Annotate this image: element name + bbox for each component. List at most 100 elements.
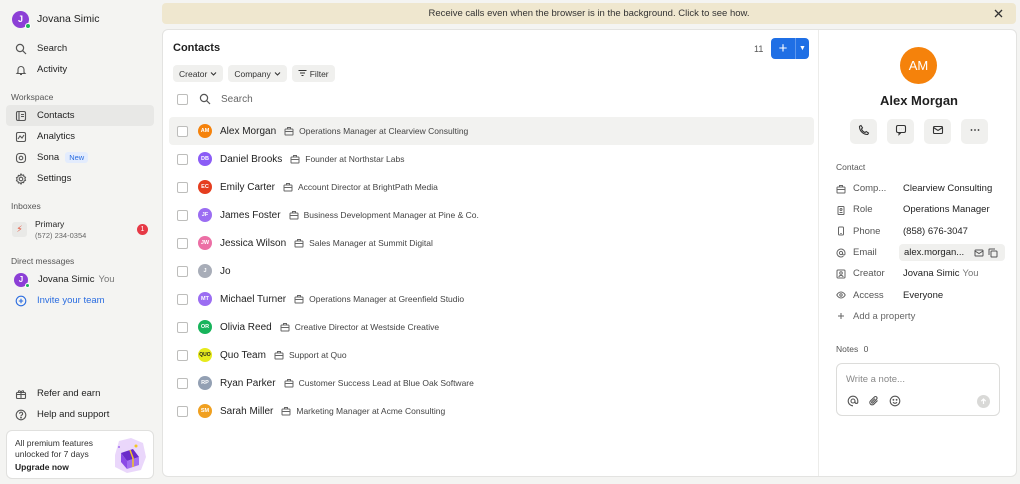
new-badge: New [65,152,89,163]
upgrade-card[interactable]: All premium features unlocked for 7 days… [6,430,154,479]
close-icon[interactable] [992,7,1004,19]
contact-company: Founder at Northstar Labs [290,154,405,164]
contact-company-text: Business Development Manager at Pine & C… [303,210,479,220]
sidebar-item-primary-inbox[interactable]: ⚡︎ Primary (572) 234-0354 1 [6,214,154,244]
online-status-dot [25,282,30,288]
row-checkbox[interactable] [177,377,188,389]
call-button[interactable] [850,119,877,144]
sidebar-item-contacts[interactable]: Contacts [6,105,154,126]
table-row[interactable]: AM Alex Morgan Operations Manager at Clear… [169,117,814,145]
sidebar-item-analytics[interactable]: Analytics [6,126,154,147]
contact-company: Account Director at BrightPath Media [283,182,438,192]
contacts-search-input[interactable] [221,93,521,105]
send-note-button[interactable] [977,395,990,408]
table-row[interactable]: SM Sarah Miller Marketing Manager at Acme … [169,397,814,425]
contact-name: Daniel Brooks [220,153,283,165]
sidebar-item-label: Settings [37,173,72,184]
table-row[interactable]: J Jo [169,257,814,285]
background-calls-banner[interactable]: Receive calls even when the browser is i… [162,3,1016,24]
nav-item-search[interactable]: Search [6,38,154,59]
contact-avatar: OR [198,320,212,334]
row-checkbox[interactable] [177,349,188,361]
sidebar-item-sona[interactable]: Sona New [6,147,154,168]
contacts-table: AM Alex Morgan Operations Manager at Clear… [169,117,814,425]
property-access[interactable]: Access Everyone [836,284,1008,305]
sidebar-item-label: Sona [37,152,60,163]
table-row[interactable]: JW Jessica Wilson Sales Manager at Summit … [169,229,814,257]
nav-item-activity[interactable]: Activity [6,59,154,80]
add-property-button[interactable]: Add a property [836,306,1008,327]
table-row[interactable]: JF James Foster Business Development Manag… [169,201,814,229]
add-contact-button[interactable]: + ▼ [771,38,809,59]
contact-company: Operations Manager at Greenfield Studio [294,294,464,304]
email-button[interactable] [924,119,951,144]
row-checkbox[interactable] [177,405,188,417]
table-row[interactable]: OR Olivia Reed Creative Director at Westsi… [169,313,814,341]
notes-label: Notes [836,344,859,354]
row-checkbox[interactable] [177,181,188,193]
table-row[interactable]: QUO Quo Team Support at Quo [169,341,814,369]
row-checkbox[interactable] [177,125,188,137]
copy-icon[interactable] [988,248,998,258]
user-profile[interactable]: J Jovana Simic [6,8,154,30]
help-label: Help and support [37,409,110,420]
contact-avatar: AM [198,124,212,138]
mail-icon[interactable] [974,248,984,258]
help-and-support-link[interactable]: Help and support [6,404,154,425]
search-icon [199,93,211,105]
chevron-down-icon[interactable]: ▼ [795,38,809,59]
upgrade-text: All premium features unlocked for 7 days [15,438,93,459]
online-status-dot [25,22,31,29]
property-role[interactable]: Role Operations Manager [836,199,1008,220]
select-all-checkbox[interactable] [177,93,188,105]
invite-team-link[interactable]: Invite your team [6,290,154,311]
eye-icon [836,290,846,300]
briefcase-icon [294,238,304,248]
message-button[interactable] [887,119,914,144]
property-company[interactable]: Comp... Clearview Consulting [836,178,1008,199]
gear-icon [14,172,27,185]
table-row[interactable]: EC Emily Carter Account Director at Bright… [169,173,814,201]
property-phone[interactable]: Phone (858) 676-3047 [836,221,1008,242]
note-input[interactable] [846,374,986,385]
dm-avatar: J [14,272,30,288]
refer-and-earn-link[interactable]: Refer and earn [6,383,154,404]
phone-icon [858,124,870,139]
phone-icon [836,226,846,236]
filter-button[interactable]: Filter [291,65,335,82]
contacts-icon [14,109,27,122]
creator-filter-chip[interactable]: Creator [173,65,224,82]
property-email[interactable]: Email alex.morgan... [836,242,1008,263]
sidebar-item-settings[interactable]: Settings [6,168,154,189]
company-filter-chip[interactable]: Company [228,65,287,82]
contact-avatar: MT [198,292,212,306]
property-creator[interactable]: Creator Jovana Simic You [836,263,1008,284]
contact-avatar: SM [198,404,212,418]
row-checkbox[interactable] [177,265,188,277]
row-checkbox[interactable] [177,293,188,305]
contact-company-text: Account Director at BrightPath Media [298,182,438,192]
table-row[interactable]: RP Ryan Parker Customer Success Lead at Bl… [169,369,814,397]
more-icon [969,124,981,139]
row-checkbox[interactable] [177,153,188,165]
row-checkbox[interactable] [177,237,188,249]
table-row[interactable]: DB Daniel Brooks Founder at Northstar Labs [169,145,814,173]
contact-company-text: Sales Manager at Summit Digital [309,238,433,248]
plus-icon[interactable]: + [771,38,795,59]
filter-label: Filter [309,68,329,79]
table-row[interactable]: MT Michael Turner Operations Manager at Gr… [169,285,814,313]
row-checkbox[interactable] [177,209,188,221]
attachment-icon[interactable] [868,395,880,407]
sidebar-item-dm-self[interactable]: J Jovana Simic You [6,269,154,290]
emoji-icon[interactable] [889,395,901,407]
contact-company-text: Founder at Northstar Labs [305,154,405,164]
more-options-button[interactable] [961,119,988,144]
row-checkbox[interactable] [177,321,188,333]
inboxes-section-label: Inboxes [11,201,41,211]
contact-name: Jessica Wilson [220,237,287,249]
property-value: Operations Manager [903,204,990,216]
mention-icon[interactable] [847,395,859,407]
email-value-box[interactable]: alex.morgan... [899,244,1005,262]
note-toolbar [847,395,901,407]
bell-icon [14,63,27,76]
